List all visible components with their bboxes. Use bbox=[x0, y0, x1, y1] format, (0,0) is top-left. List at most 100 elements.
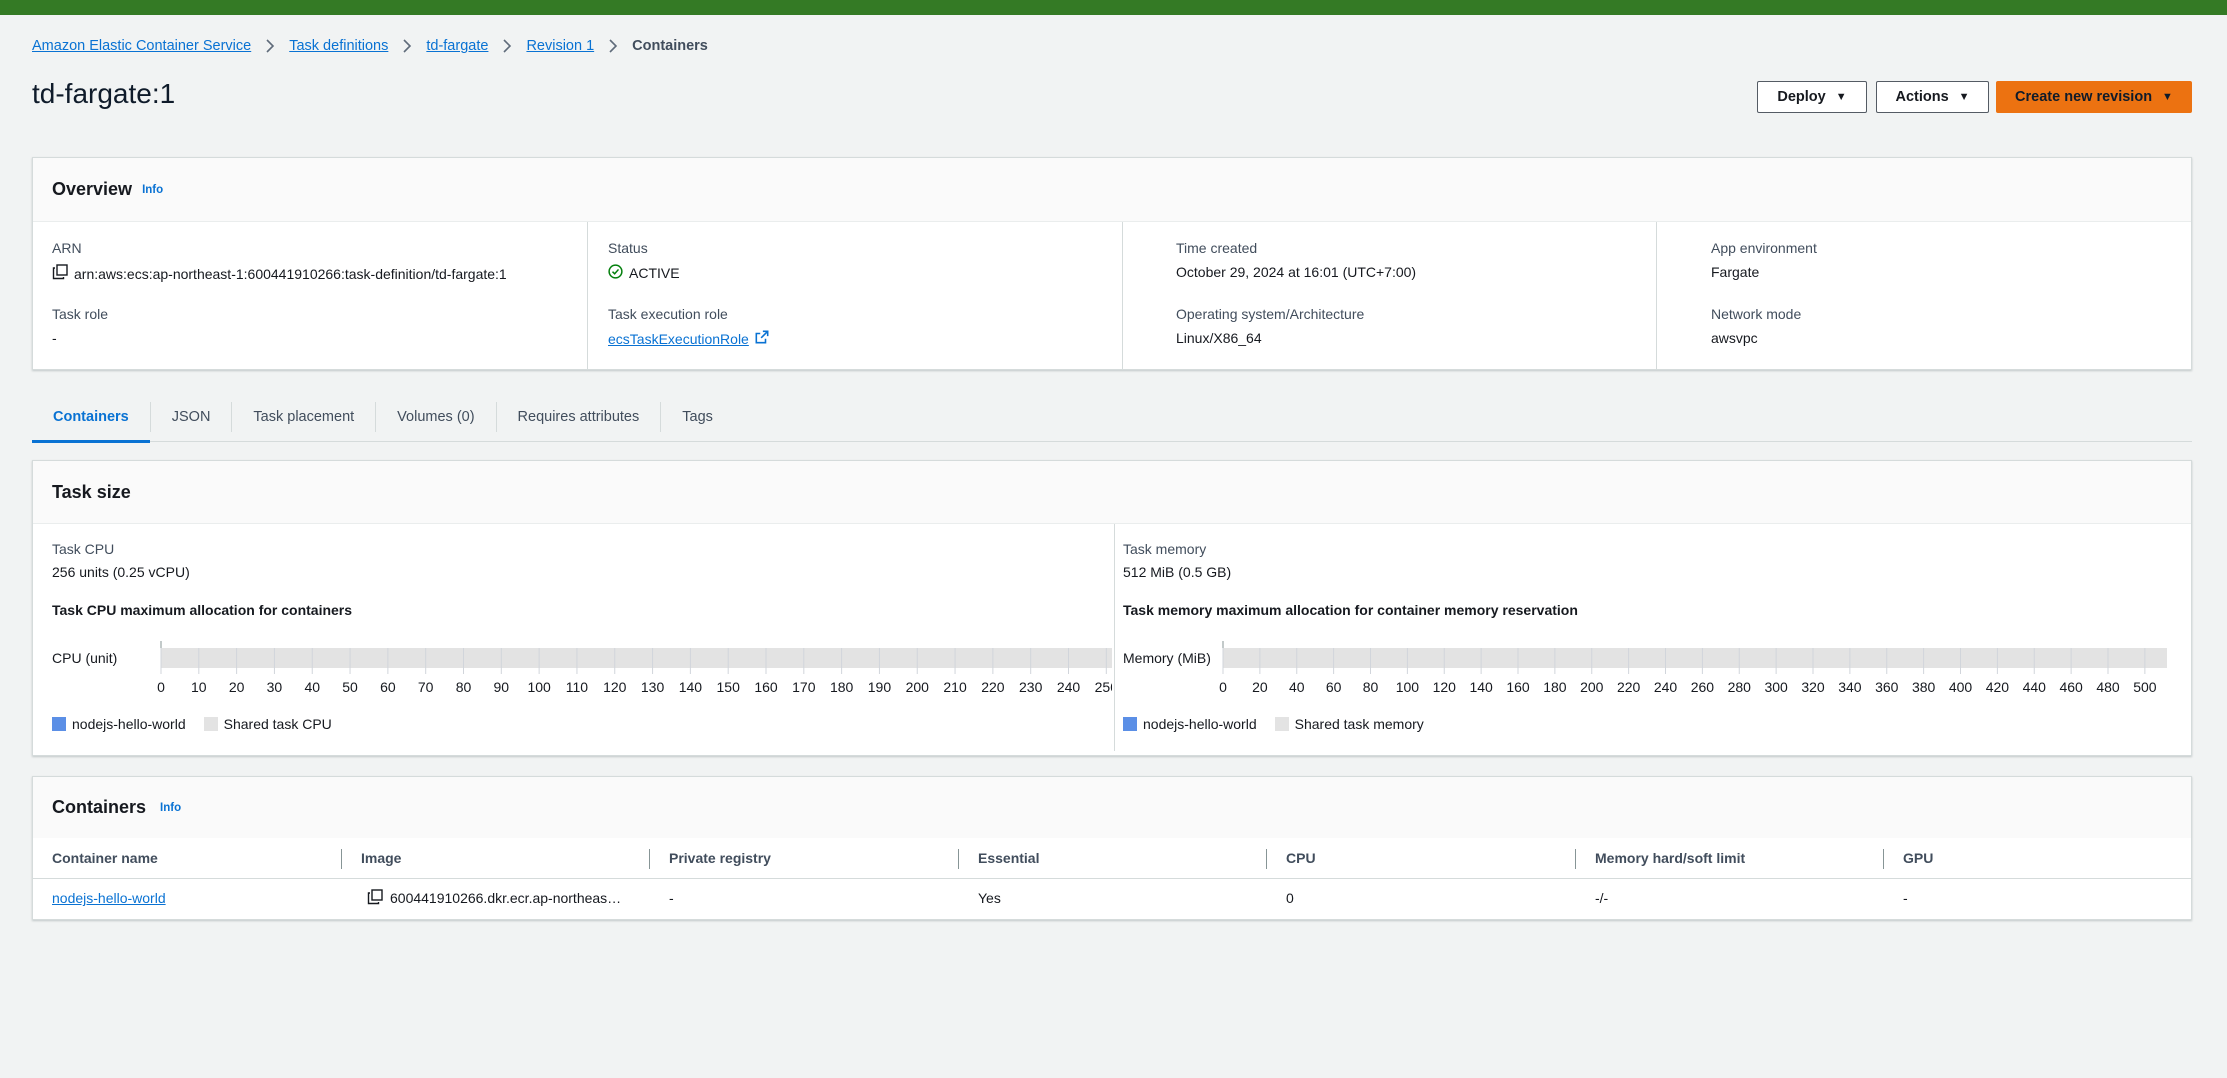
x-tick-label: 380 bbox=[1912, 679, 1936, 695]
tab-json[interactable]: JSON bbox=[151, 401, 233, 432]
overview-col-3: Time created October 29, 2024 at 16:01 (… bbox=[1122, 222, 1656, 369]
top-bar bbox=[0, 0, 2227, 15]
x-tick-label: 170 bbox=[792, 679, 816, 695]
x-tick-label: 400 bbox=[1949, 679, 1973, 695]
breadcrumb-revision[interactable]: Revision 1 bbox=[526, 38, 594, 54]
cell-gpu: - bbox=[1903, 890, 1908, 907]
tab-volumes[interactable]: Volumes (0) bbox=[376, 401, 497, 432]
x-tick-label: 200 bbox=[906, 679, 930, 695]
tab-requires-attributes[interactable]: Requires attributes bbox=[497, 401, 662, 432]
task-cpu-value: 256 units (0.25 vCPU) bbox=[52, 564, 190, 580]
overview-info-link[interactable]: Info bbox=[142, 184, 163, 196]
status-label: Status bbox=[608, 240, 648, 256]
cell-cpu: 0 bbox=[1286, 890, 1294, 907]
bar-shared-task-memory bbox=[1223, 648, 2167, 668]
create-new-revision-button[interactable]: Create new revision ▼ bbox=[1996, 81, 2192, 113]
y-axis-label: Memory (MiB) bbox=[1123, 650, 1211, 666]
legend-label-shared-cpu: Shared task CPU bbox=[223, 716, 332, 732]
chevron-right-icon bbox=[502, 39, 512, 53]
deploy-label: Deploy bbox=[1777, 89, 1826, 105]
legend-label-container: nodejs-hello-world bbox=[1143, 716, 1257, 732]
os-value: Linux/X86_64 bbox=[1176, 330, 1262, 346]
x-tick-label: 150 bbox=[717, 679, 741, 695]
deploy-button[interactable]: Deploy ▼ bbox=[1757, 81, 1867, 113]
col-memory[interactable]: Memory hard/soft limit bbox=[1576, 838, 1884, 879]
overview-col-2: Status ACTIVE Task execution role ecsTas… bbox=[587, 222, 1122, 369]
cell-essential: Yes bbox=[978, 890, 1001, 907]
x-tick-label: 0 bbox=[157, 679, 165, 695]
time-created-field: Time created October 29, 2024 at 16:01 (… bbox=[1176, 240, 1416, 280]
breadcrumb-current: Containers bbox=[632, 38, 708, 54]
overview-col-1: ARN arn:aws:ecs:ap-northeast-1:600441910… bbox=[33, 222, 587, 369]
legend-swatch-shared bbox=[1274, 717, 1289, 731]
containers-panel: Containers Info Container name Image Pri… bbox=[32, 776, 2192, 920]
y-axis-label: CPU (unit) bbox=[52, 650, 117, 666]
x-tick-label: 160 bbox=[754, 679, 778, 695]
col-container-name[interactable]: Container name bbox=[33, 838, 342, 879]
arn-label: ARN bbox=[52, 240, 82, 256]
x-tick-label: 20 bbox=[229, 679, 245, 695]
x-tick-label: 420 bbox=[1986, 679, 2010, 695]
legend-item-shared-cpu: Shared task CPU bbox=[203, 716, 332, 732]
container-name-link[interactable]: nodejs-hello-world bbox=[52, 890, 166, 906]
tab-task-placement[interactable]: Task placement bbox=[232, 401, 377, 432]
exec-role-link[interactable]: ecsTaskExecutionRole bbox=[608, 331, 749, 347]
caret-down-icon: ▼ bbox=[2162, 91, 2173, 103]
x-tick-label: 120 bbox=[603, 679, 627, 695]
x-tick-label: 440 bbox=[2023, 679, 2047, 695]
legend-label-shared-memory: Shared task memory bbox=[1294, 716, 1424, 732]
col-cpu[interactable]: CPU bbox=[1267, 838, 1576, 879]
app-env-label: App environment bbox=[1711, 240, 1817, 256]
task-role-value: - bbox=[52, 330, 57, 346]
x-tick-label: 240 bbox=[1057, 679, 1081, 695]
breadcrumb-td-fargate[interactable]: td-fargate bbox=[426, 38, 488, 54]
overview-col-4: App environment Fargate Network mode aws… bbox=[1656, 222, 2191, 369]
actions-button[interactable]: Actions ▼ bbox=[1876, 81, 1989, 113]
containers-table: Container name Image Private registry Es… bbox=[33, 838, 2191, 918]
status-value-row: ACTIVE bbox=[608, 264, 680, 282]
image-value: 600441910266.dkr.ecr.ap-northeas… bbox=[390, 890, 622, 907]
breadcrumb: Amazon Elastic Container Service Task de… bbox=[32, 36, 708, 56]
tab-containers[interactable]: Containers bbox=[32, 401, 151, 443]
time-created-value: October 29, 2024 at 16:01 (UTC+7:00) bbox=[1176, 264, 1417, 280]
task-cpu-field: Task CPU 256 units (0.25 vCPU) bbox=[52, 541, 190, 580]
cell-image: 600441910266.dkr.ecr.ap-northeas… bbox=[342, 878, 650, 918]
chevron-right-icon bbox=[402, 39, 412, 53]
network-mode-value: awsvpc bbox=[1711, 330, 1758, 346]
breadcrumb-ecs[interactable]: Amazon Elastic Container Service bbox=[32, 38, 251, 54]
tab-tags[interactable]: Tags bbox=[661, 402, 734, 432]
containers-info-link[interactable]: Info bbox=[160, 802, 181, 814]
col-essential[interactable]: Essential bbox=[959, 838, 1267, 879]
cpu-chart: CPU (unit) 0 10 20 30 40 50 60 70 80 90 100 110 120 13… bbox=[52, 641, 1129, 704]
col-private-registry[interactable]: Private registry bbox=[650, 838, 959, 879]
caret-down-icon: ▼ bbox=[1958, 91, 1970, 103]
memory-legend: nodejs-hello-world Shared task memory bbox=[1123, 716, 1424, 732]
x-tick-label: 60 bbox=[1326, 679, 1342, 695]
task-cpu-label: Task CPU bbox=[52, 541, 115, 557]
table-header-row: Container name Image Private registry Es… bbox=[33, 838, 2191, 879]
time-created-label: Time created bbox=[1176, 240, 1258, 256]
bar-shared-task-cpu bbox=[161, 648, 1129, 668]
copy-icon[interactable] bbox=[52, 264, 68, 283]
x-tick-label: 20 bbox=[1252, 679, 1268, 695]
x-tick-label: 40 bbox=[304, 679, 320, 695]
exec-role-value-row: ecsTaskExecutionRole bbox=[608, 330, 769, 347]
task-cpu-alloc-title: Task CPU maximum allocation for containe… bbox=[52, 602, 353, 618]
tab-bar: Containers JSON Task placement Volumes (… bbox=[32, 392, 2192, 443]
image-value-row: 600441910266.dkr.ecr.ap-northeas… bbox=[367, 889, 621, 908]
legend-swatch-container bbox=[52, 717, 66, 731]
x-tick-label: 90 bbox=[494, 679, 510, 695]
task-cpu-section: Task CPU 256 units (0.25 vCPU) Task CPU … bbox=[33, 524, 1129, 751]
cpu-chart-svg: CPU (unit) 0 10 20 30 40 50 60 70 80 90 100 110 120 13… bbox=[52, 641, 1129, 695]
x-tick-label: 240 bbox=[1654, 679, 1678, 695]
legend-item-shared-memory: Shared task memory bbox=[1274, 716, 1424, 732]
task-memory-value: 512 MiB (0.5 GB) bbox=[1123, 564, 1232, 580]
arn-value-row: arn:aws:ecs:ap-northeast-1:600441910266:… bbox=[52, 264, 507, 283]
exec-role-field: Task execution role ecsTaskExecutionRole bbox=[608, 306, 769, 347]
col-gpu[interactable]: GPU bbox=[1884, 838, 2191, 879]
x-tick-label: 360 bbox=[1875, 679, 1899, 695]
breadcrumb-task-definitions[interactable]: Task definitions bbox=[289, 38, 388, 54]
copy-icon[interactable] bbox=[367, 889, 383, 908]
col-image[interactable]: Image bbox=[342, 838, 650, 879]
external-link-icon[interactable] bbox=[755, 330, 769, 347]
